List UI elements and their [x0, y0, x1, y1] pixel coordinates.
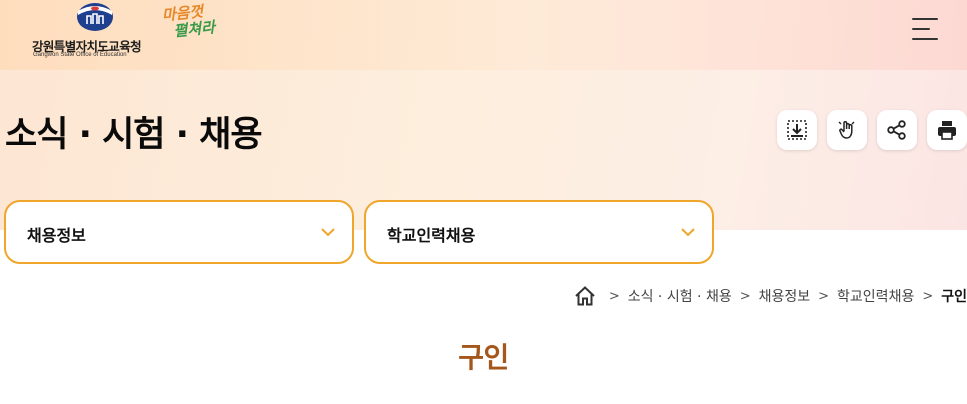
chevron-down-icon [321, 228, 335, 237]
share-button[interactable] [877, 110, 917, 150]
download-button[interactable] [777, 110, 817, 150]
breadcrumb-separator: > [922, 288, 934, 304]
touch-mode-button[interactable] [827, 110, 867, 150]
org-name-english: Gangwon State Office of Education [33, 52, 127, 58]
subcategory-select-value: 학교인력채용 [387, 226, 476, 245]
print-button[interactable] [927, 110, 967, 150]
breadcrumb: > 소식 · 시험 · 채용 > 채용정보 > 학교인력채용 > 구인 [573, 284, 967, 308]
share-icon [887, 120, 906, 140]
print-icon [938, 121, 956, 140]
slogan: 마음껏 펼쳐라 [161, 1, 231, 48]
category-select[interactable]: 채용정보 [4, 200, 354, 264]
breadcrumb-current: 구인 [941, 289, 967, 305]
breadcrumb-item[interactable]: 학교인력채용 [837, 286, 914, 306]
breadcrumb-separator: > [608, 288, 620, 304]
hand-touch-icon [838, 121, 855, 139]
hamburger-menu-icon[interactable] [912, 18, 938, 42]
breadcrumb-separator: > [818, 288, 830, 304]
category-select-value: 채용정보 [27, 226, 86, 245]
home-icon[interactable] [573, 284, 597, 308]
breadcrumb-item[interactable]: 소식 · 시험 · 채용 [628, 286, 732, 306]
breadcrumb-separator: > [739, 288, 751, 304]
subcategory-select[interactable]: 학교인력채용 [364, 200, 714, 264]
org-logo[interactable]: 강원특별자치도교육청 Gangwon State Office of Educa… [32, 2, 172, 62]
section-title: 구인 [458, 341, 509, 374]
breadcrumb-item[interactable]: 채용정보 [759, 286, 811, 306]
emblem-icon [77, 3, 113, 31]
chevron-down-icon [681, 228, 695, 237]
download-icon [787, 120, 807, 140]
page-title: 소식 · 시험 · 채용 [5, 115, 263, 155]
